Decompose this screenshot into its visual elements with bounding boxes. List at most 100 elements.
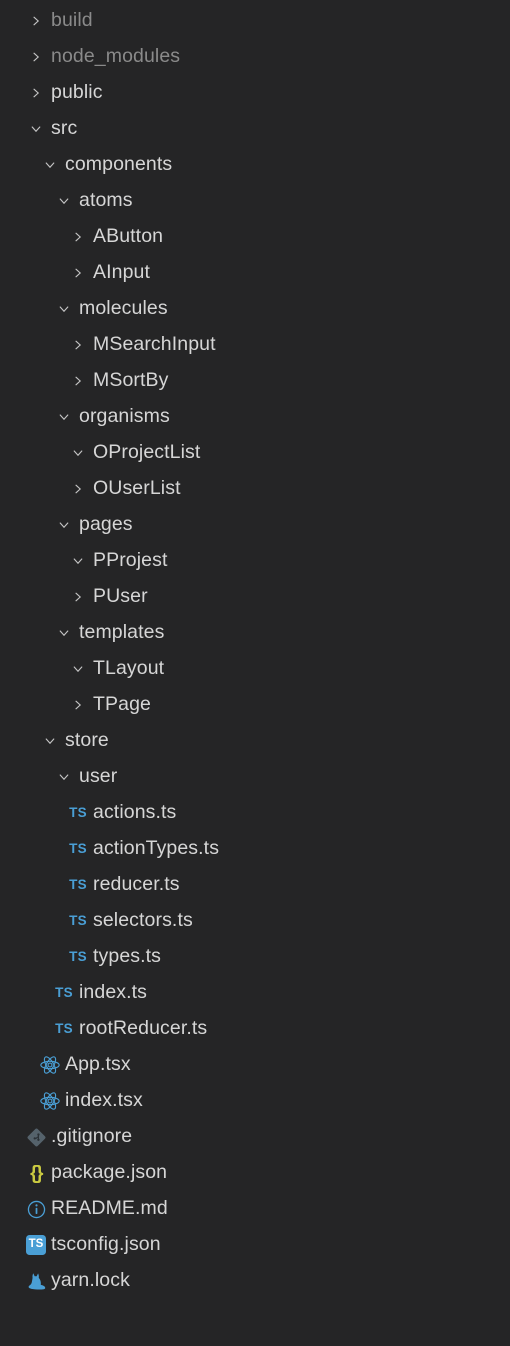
tree-folder-row[interactable]: MSortBy [0,363,510,399]
tree-folder-row[interactable]: templates [0,615,510,651]
tree-item-label: OProjectList [93,441,201,464]
tree-file-row[interactable]: { } package.json [0,1155,510,1191]
chevron-down-icon[interactable] [66,657,90,681]
chevron-down-icon[interactable] [24,117,48,141]
tree-folder-row[interactable]: atoms [0,183,510,219]
chevron-right-icon[interactable] [66,225,90,249]
typescript-badge-icon: TS [24,1233,48,1257]
react-icon [38,1053,62,1077]
tree-item-label: store [65,729,109,752]
tree-folder-row[interactable]: PProjest [0,543,510,579]
tree-folder-row[interactable]: organisms [0,399,510,435]
tree-item-label: AButton [93,225,164,248]
tree-file-row[interactable]: TS actions.ts [0,795,510,831]
tree-file-row[interactable]: TS index.ts [0,975,510,1011]
tree-item-label: user [79,765,118,788]
tree-item-label: atoms [79,189,133,212]
chevron-down-icon[interactable] [38,729,62,753]
tree-file-row[interactable]: yarn.lock [0,1263,510,1299]
tree-file-row[interactable]: TS actionTypes.ts [0,831,510,867]
tree-file-row[interactable]: TS rootReducer.ts [0,1011,510,1047]
tree-item-label: MSortBy [93,369,169,392]
tree-item-label: tsconfig.json [51,1233,161,1256]
chevron-right-icon[interactable] [66,333,90,357]
chevron-right-icon[interactable] [66,477,90,501]
tree-item-label: AInput [93,261,150,284]
tree-item-label: src [51,117,78,140]
tree-item-label: index.ts [79,981,148,1004]
tree-item-label: public [51,81,103,104]
tree-item-label: PUser [93,585,148,608]
chevron-right-icon[interactable] [66,693,90,717]
yarn-cat-icon [24,1269,48,1293]
chevron-down-icon[interactable] [66,549,90,573]
tree-folder-row[interactable]: components [0,147,510,183]
tree-item-label: PProjest [93,549,168,572]
chevron-right-icon[interactable] [66,261,90,285]
tree-folder-row[interactable]: public [0,75,510,111]
tree-item-label: yarn.lock [51,1269,130,1292]
tree-item-label: OUserList [93,477,181,500]
tree-item-label: App.tsx [65,1053,131,1076]
typescript-icon: TS [69,877,87,893]
tree-item-label: .gitignore [51,1125,133,1148]
chevron-down-icon[interactable] [52,189,76,213]
typescript-icon: TS [69,949,87,965]
tree-folder-row[interactable]: store [0,723,510,759]
tree-file-row[interactable]: TS types.ts [0,939,510,975]
tree-file-row[interactable]: README.md [0,1191,510,1227]
tree-folder-row[interactable]: src [0,111,510,147]
tree-item-label: templates [79,621,165,644]
tree-item-label: molecules [79,297,168,320]
tree-folder-row[interactable]: TLayout [0,651,510,687]
tree-folder-row[interactable]: user [0,759,510,795]
typescript-icon: TS [69,805,87,821]
chevron-down-icon[interactable] [66,441,90,465]
tree-item-label: actionTypes.ts [93,837,220,860]
chevron-right-icon[interactable] [66,369,90,393]
tree-file-row[interactable]: TS selectors.ts [0,903,510,939]
tree-item-label: actions.ts [93,801,177,824]
tree-item-label: index.tsx [65,1089,143,1112]
file-explorer-tree[interactable]: build node_modulespublic src components atom… [0,0,510,1346]
tree-item-label: package.json [51,1161,168,1184]
tree-file-row[interactable]: App.tsx [0,1047,510,1083]
tree-folder-row[interactable]: AButton [0,219,510,255]
tree-file-row[interactable]: index.tsx [0,1083,510,1119]
tree-folder-row[interactable]: PUser [0,579,510,615]
chevron-right-icon[interactable] [66,585,90,609]
tree-file-row[interactable]: TS tsconfig.json [0,1227,510,1263]
tree-file-row[interactable]: TS reducer.ts [0,867,510,903]
tree-item-label: node_modules [51,45,181,68]
chevron-right-icon[interactable] [24,9,48,33]
tree-folder-row[interactable]: pages [0,507,510,543]
tree-item-label: reducer.ts [93,873,180,896]
tree-folder-row[interactable]: node_modules [0,39,510,75]
chevron-down-icon[interactable] [52,405,76,429]
tree-folder-row[interactable]: build [0,3,510,39]
chevron-right-icon[interactable] [24,45,48,69]
tree-folder-row[interactable]: molecules [0,291,510,327]
tree-item-label: components [65,153,173,176]
chevron-down-icon[interactable] [52,765,76,789]
info-circle-icon [24,1197,48,1221]
react-icon [38,1089,62,1113]
chevron-down-icon[interactable] [52,513,76,537]
chevron-down-icon[interactable] [52,621,76,645]
tree-item-label: selectors.ts [93,909,193,932]
chevron-down-icon[interactable] [38,153,62,177]
tree-folder-row[interactable]: OUserList [0,471,510,507]
tree-folder-row[interactable]: OProjectList [0,435,510,471]
chevron-right-icon[interactable] [24,81,48,105]
tree-folder-row[interactable]: AInput [0,255,510,291]
tree-item-label: MSearchInput [93,333,216,356]
typescript-icon: TS [69,841,87,857]
typescript-icon: TS [55,985,73,1001]
tree-item-label: pages [79,513,133,536]
chevron-down-icon[interactable] [52,297,76,321]
tree-folder-row[interactable]: MSearchInput [0,327,510,363]
tree-folder-row[interactable]: TPage [0,687,510,723]
tree-file-row[interactable]: .gitignore [0,1119,510,1155]
tree-item-label: organisms [79,405,170,428]
tree-item-label: README.md [51,1197,168,1220]
